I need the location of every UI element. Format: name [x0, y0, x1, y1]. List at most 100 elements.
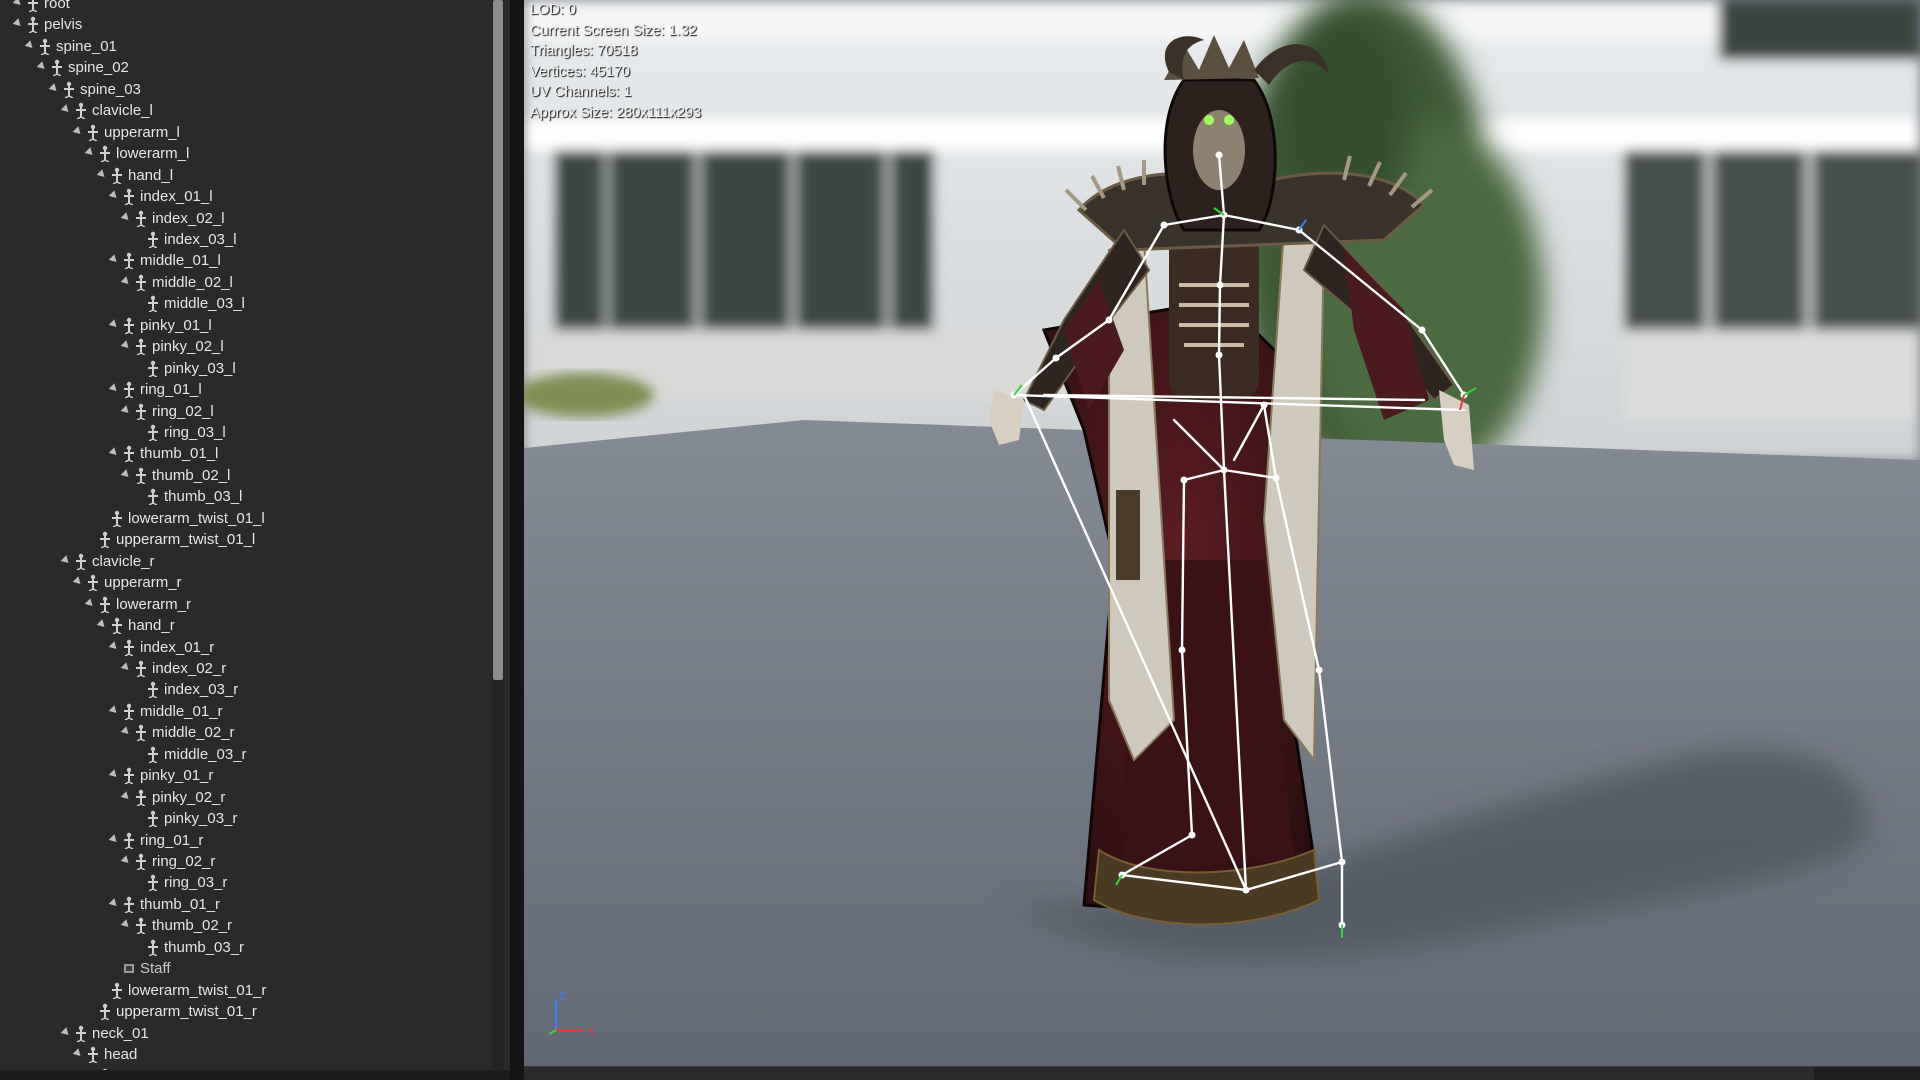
- expand-arrow-icon[interactable]: [72, 1048, 84, 1059]
- tree-row-middle_01_l[interactable]: middle_01_l: [0, 250, 495, 271]
- expand-arrow-icon[interactable]: [84, 147, 96, 158]
- tree-row-hand_l[interactable]: hand_l: [0, 165, 495, 186]
- expand-arrow-icon[interactable]: [108, 769, 120, 780]
- expand-arrow-icon[interactable]: [120, 662, 132, 673]
- expand-arrow-icon[interactable]: [108, 318, 120, 330]
- expand-arrow-icon[interactable]: [120, 340, 132, 351]
- bone-icon: [100, 1003, 110, 1021]
- tree-row-middle_03_l[interactable]: middle_03_l: [0, 293, 495, 314]
- expand-arrow-icon[interactable]: [60, 554, 72, 566]
- tree-row-pinky_02_l[interactable]: pinky_02_l: [0, 336, 495, 357]
- tree-row-lowerarm_twist_01_r[interactable]: lowerarm_twist_01_r: [0, 980, 495, 1001]
- expand-arrow-icon[interactable]: [96, 619, 108, 630]
- expand-arrow-icon[interactable]: [84, 597, 96, 609]
- tree-row-thumb_01_l[interactable]: thumb_01_l: [0, 443, 495, 464]
- tree-row-label: Staff: [140, 960, 171, 978]
- expand-arrow-icon[interactable]: [120, 211, 132, 223]
- viewport[interactable]: LOD: 0 Current Screen Size: 1.32 Triangl…: [524, 0, 1920, 1080]
- expand-arrow-icon[interactable]: [120, 855, 132, 866]
- approx-size-stat: Approx Size: 280x111x293: [530, 104, 702, 121]
- expand-arrow-icon[interactable]: [36, 61, 48, 73]
- tree-row-neck_01[interactable]: neck_01: [0, 1023, 495, 1044]
- tree-row-ring_01_r[interactable]: ring_01_r: [0, 830, 495, 851]
- tree-row-pinky_03_r[interactable]: pinky_03_r: [0, 808, 495, 829]
- tree-row-middle_03_r[interactable]: middle_03_r: [0, 744, 495, 765]
- expand-arrow-icon[interactable]: [96, 168, 108, 180]
- tree-row-upperarm_l[interactable]: upperarm_l: [0, 122, 495, 143]
- tree-row-head[interactable]: head: [0, 1044, 495, 1065]
- tree-row-label: thumb_02_l: [152, 466, 231, 484]
- tree-row-ring_03_l[interactable]: ring_03_l: [0, 422, 495, 443]
- tree-row-middle_02_l[interactable]: middle_02_l: [0, 272, 495, 293]
- tree-row-label: ring_03_r: [164, 874, 228, 892]
- tree-row-index_02_r[interactable]: index_02_r: [0, 658, 495, 679]
- tree-row-upperarm_r[interactable]: upperarm_r: [0, 572, 495, 593]
- expand-arrow-icon[interactable]: [72, 125, 84, 137]
- tree-row-label: spine_02: [68, 59, 129, 77]
- tree-row-ring_02_l[interactable]: ring_02_l: [0, 401, 495, 422]
- expand-arrow-icon[interactable]: [60, 104, 72, 116]
- tree-row-middle_02_r[interactable]: middle_02_r: [0, 722, 495, 743]
- tree-row-lowerarm_twist_01_l[interactable]: lowerarm_twist_01_l: [0, 508, 495, 529]
- expand-arrow-icon[interactable]: [108, 898, 120, 909]
- tree-scrollbar-thumb[interactable]: [493, 0, 503, 680]
- tree-row-index_01_r[interactable]: index_01_r: [0, 637, 495, 658]
- expand-arrow-icon[interactable]: [12, 0, 24, 8]
- tree-horizontal-scrollbar[interactable]: [0, 1070, 510, 1080]
- tree-row-thumb_02_r[interactable]: thumb_02_r: [0, 915, 495, 936]
- expand-arrow-icon[interactable]: [12, 18, 24, 30]
- panel-splitter[interactable]: [510, 0, 525, 1080]
- expand-arrow-icon[interactable]: [108, 254, 120, 266]
- bone-icon: [148, 296, 158, 313]
- tree-row-root[interactable]: root: [0, 0, 495, 14]
- tree-row-index_01_l[interactable]: index_01_l: [0, 186, 495, 207]
- tree-row-lowerarm_r[interactable]: lowerarm_r: [0, 594, 495, 615]
- tree-row-label: pinky_01_r: [140, 767, 214, 785]
- expand-arrow-icon[interactable]: [24, 40, 36, 51]
- expand-arrow-icon[interactable]: [120, 276, 132, 287]
- expand-arrow-icon[interactable]: [48, 82, 60, 94]
- tree-row-ring_01_l[interactable]: ring_01_l: [0, 379, 495, 400]
- tree-row-ring_03_r[interactable]: ring_03_r: [0, 872, 495, 893]
- bone-icon: [124, 896, 134, 913]
- tree-row-index_02_l[interactable]: index_02_l: [0, 208, 495, 229]
- expand-arrow-icon[interactable]: [108, 833, 120, 845]
- tree-row-staff[interactable]: Staff: [0, 958, 495, 979]
- expand-arrow-icon[interactable]: [120, 726, 132, 738]
- expand-arrow-icon[interactable]: [108, 705, 120, 716]
- bone-icon: [112, 510, 122, 527]
- tree-row-pinky_01_r[interactable]: pinky_01_r: [0, 765, 495, 786]
- tree-row-upperarm_twist_01_r[interactable]: upperarm_twist_01_r: [0, 1001, 495, 1022]
- tree-row-thumb_03_r[interactable]: thumb_03_r: [0, 937, 495, 958]
- expand-arrow-icon[interactable]: [120, 404, 132, 416]
- tree-row-index_03_l[interactable]: index_03_l: [0, 229, 495, 250]
- tree-row-thumb_01_r[interactable]: thumb_01_r: [0, 894, 495, 915]
- expand-arrow-icon[interactable]: [72, 576, 84, 587]
- tree-row-hand_r[interactable]: hand_r: [0, 615, 495, 636]
- tree-row-thumb_02_l[interactable]: thumb_02_l: [0, 465, 495, 486]
- tree-row-spine_03[interactable]: spine_03: [0, 79, 495, 100]
- tree-row-lowerarm_l[interactable]: lowerarm_l: [0, 143, 495, 164]
- tree-row-clavicle_l[interactable]: clavicle_l: [0, 100, 495, 121]
- expand-arrow-icon[interactable]: [108, 640, 120, 652]
- tree-row-upperarm_twist_01_l[interactable]: upperarm_twist_01_l: [0, 529, 495, 550]
- tree-row-thumb_03_l[interactable]: thumb_03_l: [0, 486, 495, 507]
- tree-row-index_03_r[interactable]: index_03_r: [0, 679, 495, 700]
- tree-row-pinky_02_r[interactable]: pinky_02_r: [0, 787, 495, 808]
- expand-arrow-icon[interactable]: [108, 447, 120, 459]
- tree-row-spine_01[interactable]: spine_01: [0, 36, 495, 57]
- expand-arrow-icon[interactable]: [120, 469, 132, 480]
- tree-row-clavicle_r[interactable]: clavicle_r: [0, 551, 495, 572]
- expand-arrow-icon[interactable]: [120, 919, 132, 931]
- tree-row-middle_01_r[interactable]: middle_01_r: [0, 701, 495, 722]
- expand-arrow-icon[interactable]: [108, 383, 120, 394]
- tree-row-pelvis[interactable]: pelvis: [0, 14, 495, 35]
- tree-row-pinky_03_l[interactable]: pinky_03_l: [0, 358, 495, 379]
- tree-row-ring_02_r[interactable]: ring_02_r: [0, 851, 495, 872]
- expand-arrow-icon[interactable]: [108, 190, 120, 201]
- expand-arrow-icon[interactable]: [120, 790, 132, 802]
- expand-arrow-icon[interactable]: [60, 1026, 72, 1038]
- tree-row-spine_02[interactable]: spine_02: [0, 57, 495, 78]
- tree-row-pinky_01_l[interactable]: pinky_01_l: [0, 315, 495, 336]
- tree-row-label: upperarm_twist_01_r: [116, 1003, 257, 1021]
